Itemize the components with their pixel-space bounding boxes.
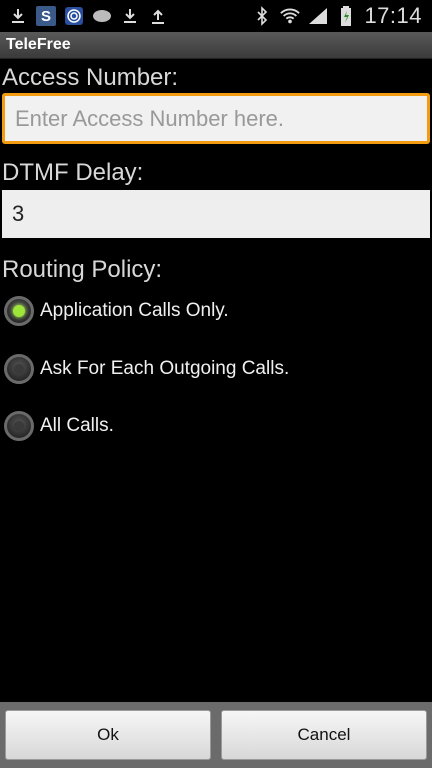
dtmf-delay-label: DTMF Delay: xyxy=(2,159,144,186)
access-number-input[interactable]: Enter Access Number here. xyxy=(2,93,430,144)
radio-option-all-calls[interactable]: All Calls. xyxy=(4,406,114,446)
dtmf-delay-input[interactable]: 3 xyxy=(2,190,430,238)
chat-bubble-icon xyxy=(92,6,112,26)
radio-label: Application Calls Only. xyxy=(40,300,229,321)
radio-button[interactable] xyxy=(4,411,34,441)
wifi-icon xyxy=(280,6,301,26)
status-bar: S 17:14 xyxy=(0,0,432,32)
dtmf-delay-value: 3 xyxy=(12,201,25,226)
app-title-bar: TeleFree xyxy=(0,32,432,59)
radio-option-application-calls[interactable]: Application Calls Only. xyxy=(4,291,229,331)
download-icon xyxy=(8,6,28,26)
access-number-label: Access Number: xyxy=(2,64,179,91)
access-number-placeholder: Enter Access Number here. xyxy=(15,105,285,131)
routing-policy-label: Routing Policy: xyxy=(2,256,163,283)
radio-label: Ask For Each Outgoing Calls. xyxy=(40,358,290,379)
upload-icon xyxy=(148,6,168,26)
radio-option-ask-each-call[interactable]: Ask For Each Outgoing Calls. xyxy=(4,349,289,389)
clock: 17:14 xyxy=(364,3,422,28)
fingerprint-app-icon xyxy=(64,6,84,26)
download-icon xyxy=(120,6,140,26)
ok-button[interactable]: Ok xyxy=(5,710,211,760)
s-app-icon: S xyxy=(36,6,56,26)
battery-icon xyxy=(336,6,356,26)
cancel-button[interactable]: Cancel xyxy=(221,710,427,760)
radio-label: All Calls. xyxy=(40,415,114,436)
app-title: TeleFree xyxy=(6,36,71,53)
radio-button-checked[interactable] xyxy=(4,296,34,326)
button-bar: Ok Cancel xyxy=(0,702,432,768)
bluetooth-icon xyxy=(252,6,272,26)
radio-button[interactable] xyxy=(4,354,34,384)
signal-icon xyxy=(308,6,328,26)
